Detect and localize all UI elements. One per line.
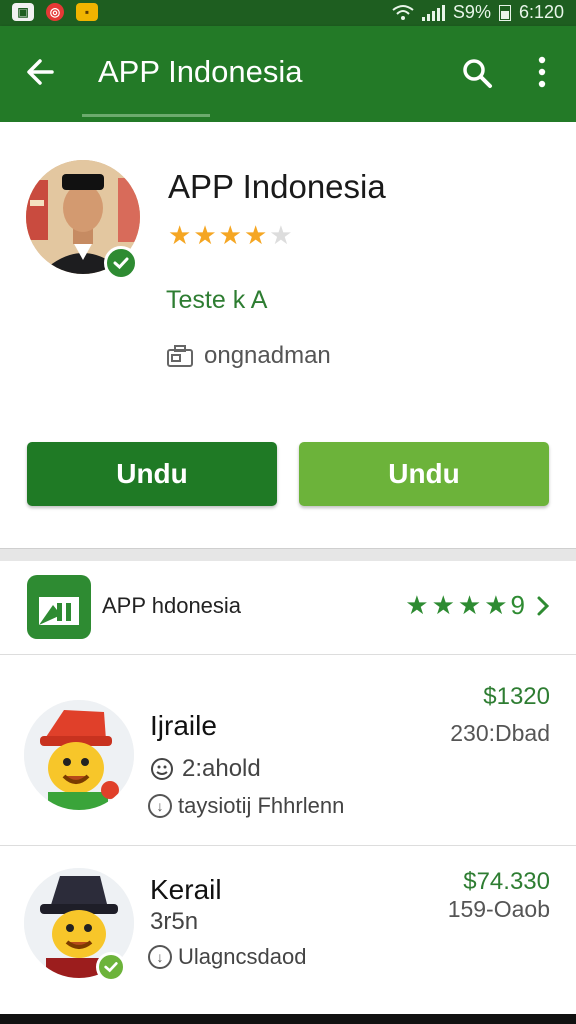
developer-name: ongnadman [204,342,331,369]
rating-value: 9 [510,590,525,620]
list-item[interactable]: Kerail 3r5n ↓ Ulagncsdaod $74.330 159-Oa… [0,846,576,1014]
verified-badge-icon [104,246,138,280]
item-meta: Ulagncsdaod [178,944,307,969]
page-title: APP Indonesia [98,54,303,89]
battery-percent: S9% [452,2,491,22]
item-note: 159-Oaob [447,896,550,922]
verified-badge-icon [96,952,126,982]
wifi-icon [392,4,414,20]
star-icon: ★ [484,590,508,620]
face-icon [151,758,173,780]
star-icon: ★ [168,220,192,250]
star-icon: ★ [218,220,242,250]
star-icon: ★ [243,220,268,250]
item-subtitle: 2:ahold [182,755,261,782]
download-icon: ↓ [148,945,172,969]
item-subtitle-row: 2:ahold [150,755,261,783]
featured-app-rating: ★ ★ ★ ★ 9 [405,590,552,621]
star-icon: ★ [431,590,455,620]
item-meta-row: ↓ taysiotij Fhhrlenn [148,793,344,819]
profile-card: APP Indonesia ★ ★ ★ ★ ★ Teste k A ongnad… [0,122,576,548]
chevron-right-icon[interactable] [534,595,552,617]
developer-row[interactable]: ongnadman [166,342,331,370]
avatar [24,700,134,810]
battery-icon [498,4,511,21]
item-note: 230:Dbad [450,720,550,746]
item-title: Kerail [150,874,222,905]
back-arrow-icon[interactable] [22,54,58,90]
install-button[interactable]: Undu [27,442,277,506]
item-meta: taysiotij Fhhrlenn [178,793,345,818]
download-icon: ↓ [148,794,172,818]
item-meta-row: ↓ Ulagncsdaod [148,944,306,970]
app-notification-icon: ◎ [46,3,64,21]
featured-app-row[interactable]: APP hdonesia ★ ★ ★ ★ 9 [0,560,576,655]
app-logo-icon [27,575,91,639]
star-empty-icon: ★ [269,220,293,250]
app-bar: APP Indonesia [0,26,576,122]
item-price: $1320 [483,683,550,710]
navigation-bar [0,1014,576,1024]
item-subtitle: 3r5n [150,908,199,935]
chat-notification-icon: ▪ [76,3,98,21]
item-price: $74.330 [463,868,550,895]
tester-label[interactable]: Teste k A [166,286,267,315]
clock: 6:120 [518,2,564,22]
star-icon: ★ [193,220,217,250]
title-underline [82,114,210,117]
featured-app-name: APP hdonesia [102,593,242,618]
more-vert-icon[interactable] [532,54,552,90]
secondary-install-button[interactable]: Undu [299,442,549,506]
search-icon[interactable] [460,56,494,90]
list-item[interactable]: Ijraile 2:ahold ↓ taysiotij Fhhrlenn $13… [0,655,576,846]
rating-stars: ★ ★ ★ ★ ★ [168,222,293,248]
star-icon: ★ [457,590,482,620]
item-subtitle-row: 3r5n [150,908,198,936]
developer-icon [167,345,193,367]
star-icon: ★ [405,590,429,620]
item-title: Ijraile [150,710,217,741]
status-bar: ▣ ◎ ▪ S9% 6:120 [0,0,576,26]
signal-icon [421,4,445,21]
profile-name: APP Indonesia [168,168,386,205]
gallery-notification-icon: ▣ [12,3,34,21]
